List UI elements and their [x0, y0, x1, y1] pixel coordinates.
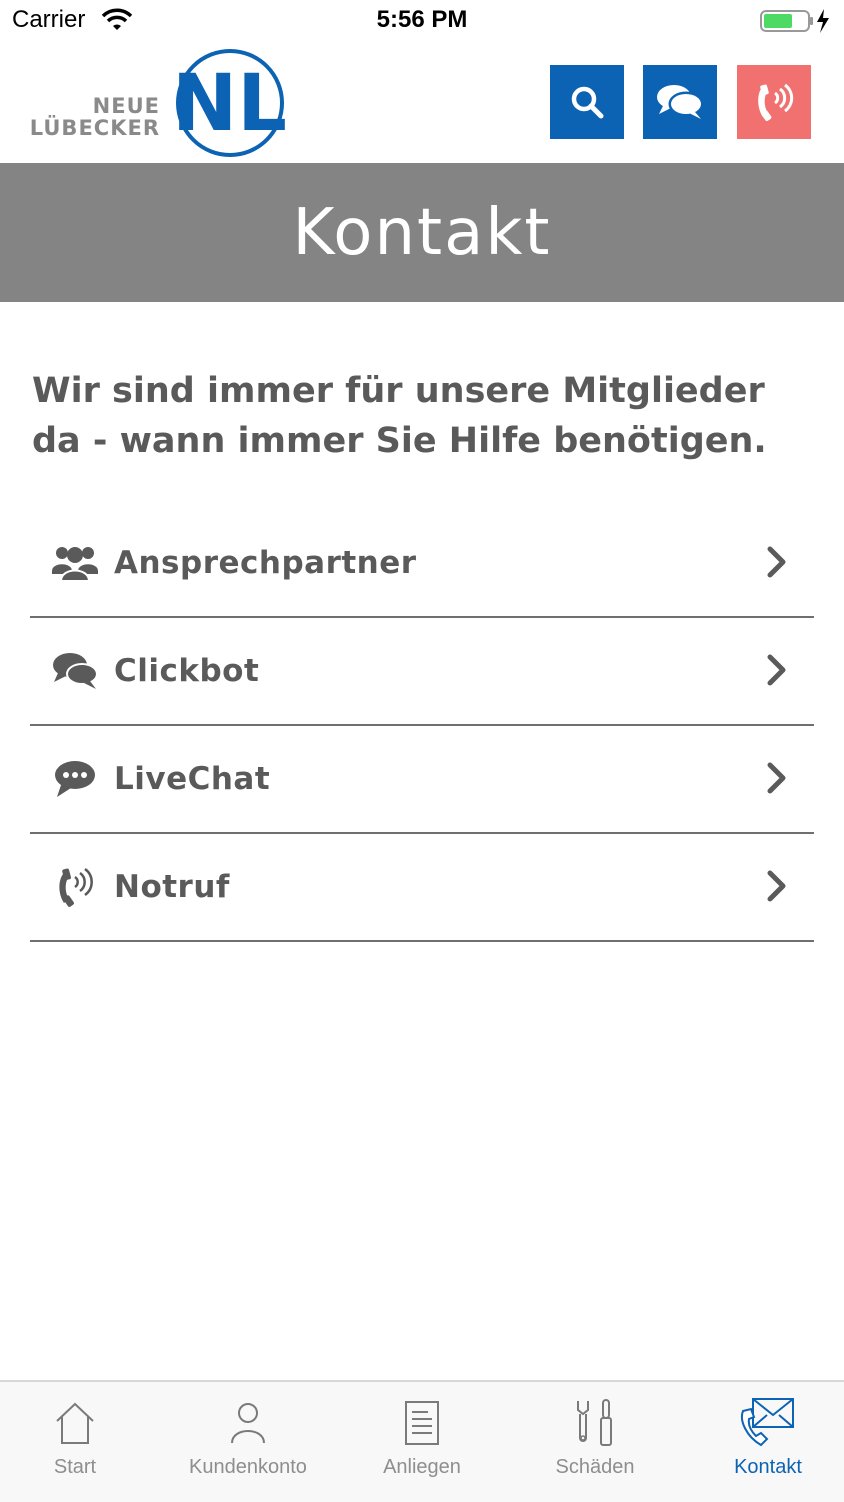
- tab-bar: Start Kundenkonto Anliegen Schäden Konta…: [0, 1380, 844, 1502]
- tab-kundenkonto[interactable]: Kundenkonto: [164, 1382, 332, 1502]
- contact-item-livechat[interactable]: LiveChat: [30, 726, 814, 834]
- tools-icon: [572, 1398, 618, 1448]
- comments-icon: [52, 648, 98, 694]
- tab-label: Start: [53, 1456, 97, 1478]
- contact-options-list: Ansprechpartner Clickbot LiveChat Notruf: [30, 510, 814, 942]
- battery-icon: [760, 8, 832, 39]
- brand-logo[interactable]: NEUE LÜBECKER NL: [30, 48, 290, 158]
- user-icon: [229, 1398, 267, 1448]
- contact-item-ansprechpartner[interactable]: Ansprechpartner: [30, 510, 814, 618]
- page-title: Kontakt: [292, 195, 552, 270]
- tab-kontakt[interactable]: Kontakt: [684, 1382, 844, 1502]
- contact-item-label: Ansprechpartner: [114, 545, 417, 581]
- app-header: NEUE LÜBECKER NL: [0, 44, 844, 163]
- tab-schaeden[interactable]: Schäden: [511, 1382, 679, 1502]
- tab-label: Kontakt: [734, 1456, 802, 1478]
- logo-mark-text: NL: [172, 59, 285, 149]
- document-icon: [404, 1398, 440, 1448]
- chevron-right-icon: [766, 870, 788, 907]
- search-icon: [571, 86, 604, 119]
- contact-item-label: Clickbot: [114, 653, 260, 689]
- mail-phone-icon: [739, 1398, 797, 1448]
- chevron-right-icon: [766, 546, 788, 583]
- contact-item-notruf[interactable]: Notruf: [30, 834, 814, 942]
- tab-start[interactable]: Start: [0, 1382, 159, 1502]
- chat-icon: [657, 85, 704, 119]
- tab-anliegen[interactable]: Anliegen: [338, 1382, 506, 1502]
- contact-item-label: LiveChat: [114, 761, 271, 797]
- search-button[interactable]: [550, 65, 624, 139]
- users-icon: [52, 540, 98, 586]
- logo-text-lubecker: LÜBECKER: [29, 116, 160, 140]
- tab-label: Schäden: [555, 1456, 635, 1478]
- page-title-banner: Kontakt: [0, 163, 844, 302]
- contact-item-clickbot[interactable]: Clickbot: [30, 618, 814, 726]
- logo-mark-icon: NL: [172, 49, 285, 157]
- speech-bubble-icon: [52, 756, 98, 802]
- emergency-call-button[interactable]: [737, 65, 811, 139]
- phone-ring-icon: [758, 83, 794, 122]
- home-icon: [54, 1398, 96, 1448]
- chevron-right-icon: [766, 762, 788, 799]
- chat-button[interactable]: [643, 65, 717, 139]
- tab-label: Kundenkonto: [189, 1456, 307, 1478]
- logo-text-neue: NEUE: [92, 94, 160, 118]
- tab-label: Anliegen: [383, 1456, 461, 1478]
- phone-ring-icon: [52, 864, 98, 910]
- intro-text: Wir sind immer für unsere Mitglieder da …: [32, 371, 767, 461]
- clock: 5:56 PM: [376, 6, 468, 33]
- chevron-right-icon: [766, 654, 788, 691]
- status-bar: Carrier 5:56 PM: [0, 0, 844, 44]
- contact-item-label: Notruf: [114, 869, 230, 905]
